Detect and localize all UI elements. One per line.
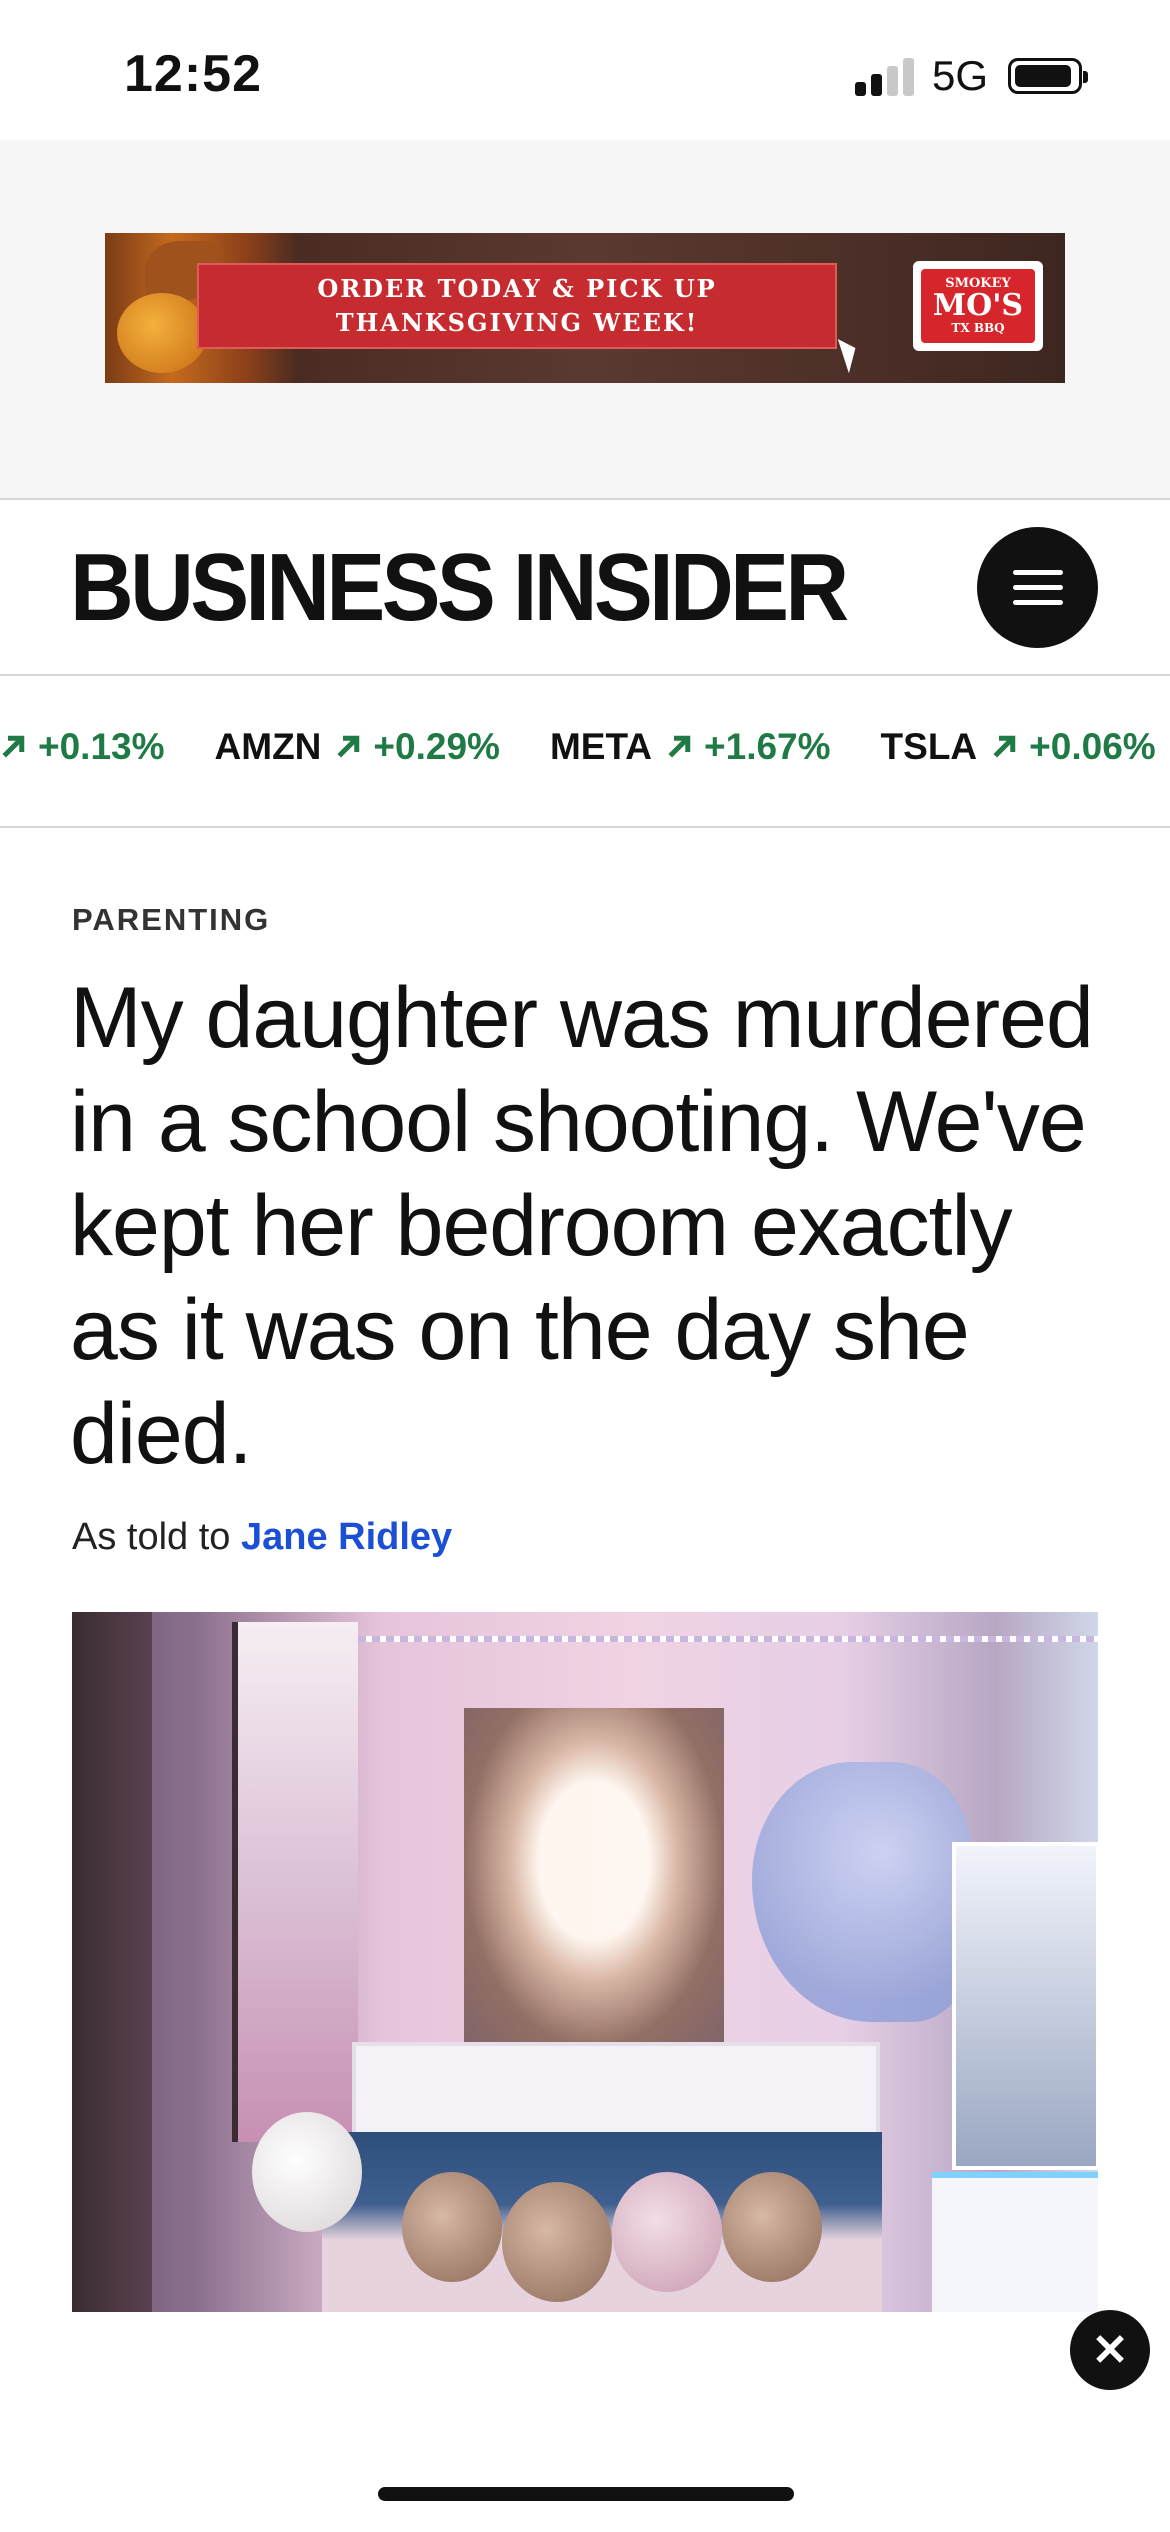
ad-logo: SMOKEY MO'S TX BBQ [913, 261, 1043, 351]
ad-cta-box[interactable]: ORDER TODAY & PICK UP THANKSGIVING WEEK! [197, 263, 837, 349]
ticker-row: +0.13% AMZN +0.29% META +1.67% TSLA +0.06% [0, 726, 1170, 768]
string-lights [352, 1636, 1098, 1642]
byline-prefix: As told to [72, 1516, 231, 1558]
ad-cta-line1: ORDER TODAY & PICK UP [317, 274, 717, 303]
arrow-up-right-icon [993, 735, 1016, 758]
ad-cta-line2: THANKSGIVING WEEK! [335, 308, 699, 337]
arrow-up-right-icon [337, 735, 360, 758]
close-ad-button[interactable]: ✕ [1070, 2310, 1150, 2390]
author-link[interactable]: Jane Ridley [241, 1516, 452, 1558]
ticker-item[interactable]: +0.13% [0, 726, 165, 768]
cellular-signal-icon [855, 56, 915, 96]
network-type: 5G [932, 52, 989, 99]
nightstand [932, 2172, 1098, 2312]
status-bar: 12:52 5G [0, 0, 1170, 140]
ticker-item[interactable]: META +1.67% [550, 726, 831, 768]
ad-logo-line3: TX BBQ [951, 321, 1005, 335]
byline: As told to Jane Ridley [72, 1516, 452, 1559]
article-headline: My daughter was murdered in a school sho… [70, 970, 1094, 1482]
menu-button[interactable] [977, 527, 1098, 648]
arrow-up-right-icon [668, 735, 691, 758]
ticker-change: +0.13% [38, 726, 165, 767]
ticker-change: +1.67% [704, 726, 831, 767]
hero-image [72, 1612, 1098, 2312]
wall-tapestry [232, 1622, 358, 2142]
battery-icon [1008, 58, 1088, 94]
pumpkin-graphic [117, 293, 207, 373]
home-indicator[interactable] [378, 2487, 794, 2501]
ad-banner[interactable]: ORDER TODAY & PICK UP THANKSGIVING WEEK!… [105, 233, 1065, 383]
site-header: BUSINESS INSIDER [0, 500, 1170, 676]
stock-ticker[interactable]: +0.13% AMZN +0.29% META +1.67% TSLA +0.06% [0, 676, 1170, 828]
ticker-symbol: TSLA [880, 726, 978, 767]
mirror [952, 1842, 1098, 2170]
ticker-change: +0.29% [373, 726, 500, 767]
teddy-bear [612, 2172, 722, 2292]
ad-container: ORDER TODAY & PICK UP THANKSGIVING WEEK!… [0, 140, 1170, 500]
ticker-item[interactable]: AMZN +0.29% [215, 726, 500, 768]
article-category[interactable]: PARENTING [72, 902, 270, 938]
teddy-bear [722, 2172, 822, 2282]
ad-logo-line2: MO'S [932, 288, 1024, 323]
teddy-bear [402, 2172, 502, 2282]
arrow-up-right-icon [2, 735, 25, 758]
teddy-bear [502, 2182, 612, 2302]
ticker-symbol: AMZN [214, 726, 322, 767]
cursor-icon [837, 334, 863, 374]
status-time: 12:52 [124, 45, 262, 103]
ticker-symbol: META [549, 726, 653, 767]
portrait-poster [464, 1708, 724, 2048]
hamburger-icon [1012, 569, 1063, 606]
closet-door [72, 1612, 152, 2312]
brand-logo[interactable]: BUSINESS INSIDER [70, 538, 849, 638]
ticker-change: +0.06% [1029, 726, 1156, 767]
ticker-item[interactable]: TSLA +0.06% [881, 726, 1156, 768]
teddy-bear [252, 2112, 362, 2232]
